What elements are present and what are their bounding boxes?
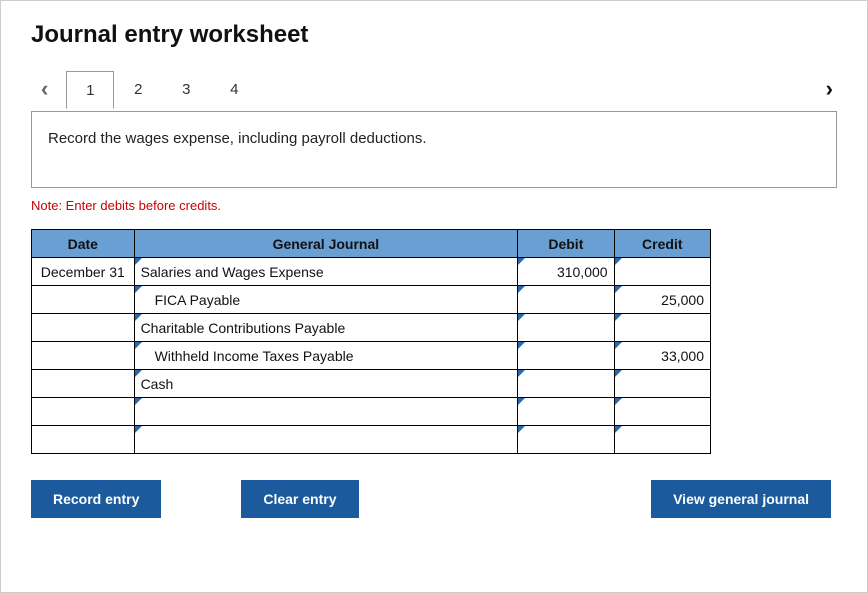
buttons-row: Record entry Clear entry View general jo… bbox=[31, 480, 831, 518]
record-entry-button[interactable]: Record entry bbox=[31, 480, 161, 518]
instruction-box: Record the wages expense, including payr… bbox=[31, 111, 837, 188]
debit-cell[interactable] bbox=[518, 286, 614, 314]
instruction-text: Record the wages expense, including payr… bbox=[48, 130, 427, 147]
header-date: Date bbox=[32, 230, 135, 258]
credit-cell[interactable]: 33,000 bbox=[614, 342, 710, 370]
date-cell[interactable] bbox=[32, 426, 135, 454]
credit-cell[interactable]: 25,000 bbox=[614, 286, 710, 314]
date-cell[interactable]: December 31 bbox=[32, 258, 135, 286]
table-row: Charitable Contributions Payable bbox=[32, 314, 711, 342]
header-credit: Credit bbox=[614, 230, 710, 258]
account-cell[interactable]: FICA Payable bbox=[134, 286, 518, 314]
account-cell[interactable] bbox=[134, 426, 518, 454]
debit-cell[interactable]: 310,000 bbox=[518, 258, 614, 286]
debit-cell[interactable] bbox=[518, 398, 614, 426]
tab-2[interactable]: 2 bbox=[114, 70, 162, 108]
tab-strip: 1 2 3 4 bbox=[66, 70, 258, 108]
note-text: Note: Enter debits before credits. bbox=[31, 198, 837, 213]
date-cell[interactable] bbox=[32, 314, 135, 342]
account-cell[interactable]: Salaries and Wages Expense bbox=[134, 258, 518, 286]
table-row bbox=[32, 398, 711, 426]
prev-icon[interactable]: ‹ bbox=[31, 72, 58, 106]
table-row: FICA Payable 25,000 bbox=[32, 286, 711, 314]
date-cell[interactable] bbox=[32, 398, 135, 426]
table-row bbox=[32, 426, 711, 454]
debit-cell[interactable] bbox=[518, 342, 614, 370]
header-debit: Debit bbox=[518, 230, 614, 258]
debit-cell[interactable] bbox=[518, 314, 614, 342]
journal-table: Date General Journal Debit Credit Decemb… bbox=[31, 229, 711, 454]
credit-cell[interactable] bbox=[614, 314, 710, 342]
tabs-row: ‹ 1 2 3 4 › bbox=[31, 67, 837, 111]
account-cell[interactable]: Withheld Income Taxes Payable bbox=[134, 342, 518, 370]
date-cell[interactable] bbox=[32, 286, 135, 314]
account-cell[interactable] bbox=[134, 398, 518, 426]
credit-cell[interactable] bbox=[614, 370, 710, 398]
credit-cell[interactable] bbox=[614, 258, 710, 286]
credit-cell[interactable] bbox=[614, 398, 710, 426]
tab-1[interactable]: 1 bbox=[66, 71, 114, 109]
date-cell[interactable] bbox=[32, 370, 135, 398]
next-icon[interactable]: › bbox=[816, 72, 843, 106]
table-row: Cash bbox=[32, 370, 711, 398]
header-general-journal: General Journal bbox=[134, 230, 518, 258]
table-row: December 31 Salaries and Wages Expense 3… bbox=[32, 258, 711, 286]
table-row: Withheld Income Taxes Payable 33,000 bbox=[32, 342, 711, 370]
clear-entry-button[interactable]: Clear entry bbox=[241, 480, 358, 518]
debit-cell[interactable] bbox=[518, 370, 614, 398]
view-general-journal-button[interactable]: View general journal bbox=[651, 480, 831, 518]
tab-4[interactable]: 4 bbox=[210, 70, 258, 108]
credit-cell[interactable] bbox=[614, 426, 710, 454]
debit-cell[interactable] bbox=[518, 426, 614, 454]
tab-3[interactable]: 3 bbox=[162, 70, 210, 108]
account-cell[interactable]: Charitable Contributions Payable bbox=[134, 314, 518, 342]
page-title: Journal entry worksheet bbox=[31, 21, 837, 49]
date-cell[interactable] bbox=[32, 342, 135, 370]
account-cell[interactable]: Cash bbox=[134, 370, 518, 398]
